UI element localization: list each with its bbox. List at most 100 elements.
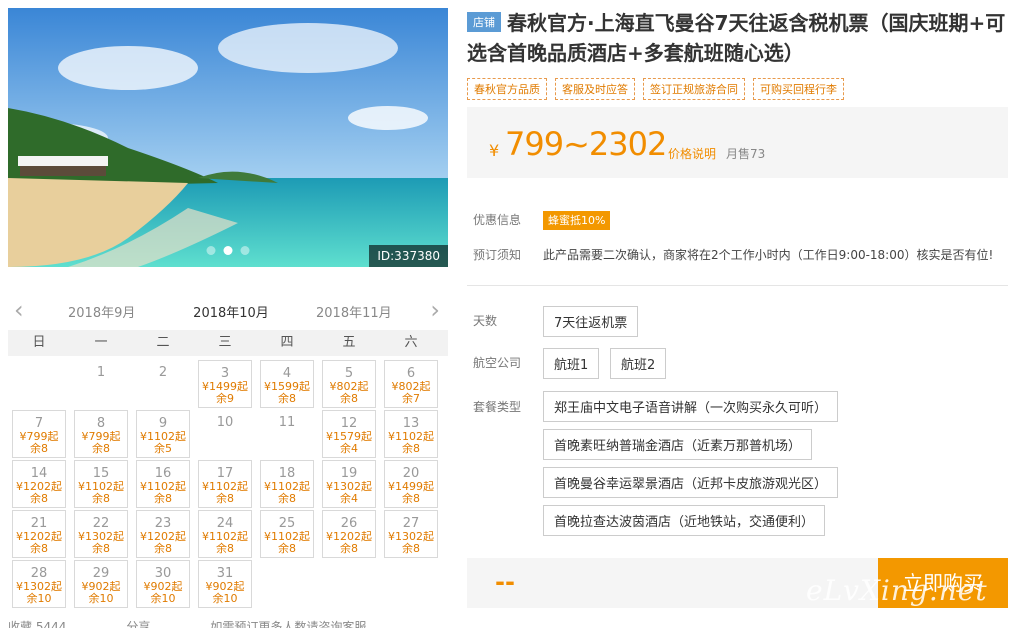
favorite-button[interactable]: 收藏 5444 bbox=[8, 618, 66, 628]
calendar-day[interactable]: 7 ¥799起 余8 bbox=[12, 410, 66, 458]
day-remaining: 余8 bbox=[402, 542, 420, 555]
day-number: 28 bbox=[30, 566, 48, 581]
day-number: 31 bbox=[216, 566, 234, 581]
chevron-left-icon[interactable]: ‹ bbox=[14, 298, 24, 322]
total-price: -- bbox=[495, 568, 515, 596]
day-remaining: 余8 bbox=[30, 542, 48, 555]
booking-notice: 此产品需要二次确认，商家将在2个工作小时内（工作日9:00-18:00）核实是否… bbox=[543, 248, 994, 262]
day-remaining: 余4 bbox=[340, 442, 358, 455]
calendar-day[interactable]: 18 ¥1102起 余8 bbox=[260, 460, 314, 508]
price-note-link[interactable]: 价格说明 bbox=[668, 145, 716, 162]
chevron-right-icon[interactable]: › bbox=[430, 298, 440, 322]
day-number: 12 bbox=[340, 416, 358, 431]
calendar-day[interactable]: 17 ¥1102起 余8 bbox=[198, 460, 252, 508]
calendar-day: 1 bbox=[74, 360, 128, 408]
option-package[interactable]: 首晚曼谷幸运翠景酒店（近邦卡皮旅游观光区） bbox=[543, 467, 839, 498]
calendar-day[interactable]: 21 ¥1202起 余8 bbox=[12, 510, 66, 558]
day-remaining: 余8 bbox=[92, 442, 110, 455]
price-range: 799~2302 bbox=[505, 125, 667, 163]
option-airline[interactable]: 航班1 bbox=[543, 348, 600, 379]
day-remaining: 余8 bbox=[278, 542, 296, 555]
calendar-day[interactable]: 13 ¥1102起 余8 bbox=[384, 410, 438, 458]
calendar-day[interactable]: 29 ¥902起 余10 bbox=[74, 560, 128, 608]
day-remaining: 余8 bbox=[92, 542, 110, 555]
calendar-day[interactable]: 5 ¥802起 余8 bbox=[322, 360, 376, 408]
day-number: 25 bbox=[278, 516, 296, 531]
day-number: 2 bbox=[158, 365, 168, 380]
calendar-day[interactable]: 6 ¥802起 余7 bbox=[384, 360, 438, 408]
day-remaining: 余8 bbox=[402, 492, 420, 505]
calendar-day[interactable]: 14 ¥1202起 余8 bbox=[12, 460, 66, 508]
calendar-day[interactable]: 15 ¥1102起 余8 bbox=[74, 460, 128, 508]
price-box: ¥ 799~2302 价格说明 月售73 bbox=[467, 107, 1008, 178]
day-number: 8 bbox=[96, 416, 106, 431]
calendar-day[interactable]: 16 ¥1102起 余8 bbox=[136, 460, 190, 508]
calendar-day[interactable]: 9 ¥1102起 余5 bbox=[136, 410, 190, 458]
day-remaining: 余7 bbox=[402, 392, 420, 405]
day-remaining: 余10 bbox=[26, 592, 52, 605]
day-number: 7 bbox=[34, 416, 44, 431]
calendar-day[interactable]: 28 ¥1302起 余10 bbox=[12, 560, 66, 608]
day-number: 9 bbox=[158, 416, 168, 431]
calendar-day[interactable]: 3 ¥1499起 余9 bbox=[198, 360, 252, 408]
calendar-day[interactable]: 31 ¥902起 余10 bbox=[198, 560, 252, 608]
promo-label: 优惠信息 bbox=[473, 213, 522, 227]
calendar-day[interactable]: 26 ¥1202起 余8 bbox=[322, 510, 376, 558]
option-days[interactable]: 7天往返机票 bbox=[543, 306, 639, 337]
calendar-day[interactable]: 23 ¥1202起 余8 bbox=[136, 510, 190, 558]
calendar-day[interactable]: 8 ¥799起 余8 bbox=[74, 410, 128, 458]
service-badge: 客服及时应答 bbox=[555, 78, 635, 100]
service-badge: 春秋官方品质 bbox=[467, 78, 547, 100]
day-number: 3 bbox=[220, 366, 230, 381]
footer-tip: 如需预订更多人数请咨询客服 bbox=[210, 620, 367, 628]
product-photo[interactable]: ID:337380 bbox=[8, 8, 448, 267]
day-number: 27 bbox=[402, 516, 420, 531]
option-package[interactable]: 首晚素旺纳普瑞金酒店（近素万那普机场） bbox=[543, 429, 813, 460]
weekday-label: 日 bbox=[32, 335, 46, 350]
carousel-dot[interactable] bbox=[206, 246, 216, 255]
day-remaining: 余9 bbox=[216, 392, 234, 405]
option-airline[interactable]: 航班2 bbox=[610, 348, 667, 379]
service-badge: 可购买回程行李 bbox=[753, 78, 844, 100]
day-remaining: 余8 bbox=[92, 492, 110, 505]
calendar-day[interactable]: 30 ¥902起 余10 bbox=[136, 560, 190, 608]
calendar-day: 10 bbox=[198, 410, 252, 458]
carousel-dot-active[interactable] bbox=[223, 246, 233, 255]
carousel-dot[interactable] bbox=[240, 246, 250, 255]
day-number: 23 bbox=[154, 516, 172, 531]
calendar-day[interactable]: 25 ¥1102起 余8 bbox=[260, 510, 314, 558]
option-package[interactable]: 郑王庙中文电子语音讲解（一次购买永久可听） bbox=[543, 391, 839, 422]
weekday-label: 二 bbox=[156, 335, 170, 350]
day-number: 14 bbox=[30, 466, 48, 481]
calendar-grid: 1 2 3 ¥1499起 余9 4 ¥1599起 余8 5 ¥802起 余8 6 ¥802起 余7 7 ¥79… bbox=[8, 359, 448, 609]
promo-row: 优惠信息 蜂蜜抵10% bbox=[473, 211, 611, 230]
watermark: eLvXing.net bbox=[806, 574, 988, 607]
day-number: 15 bbox=[92, 466, 110, 481]
day-remaining: 余10 bbox=[150, 592, 176, 605]
shop-tag[interactable]: 店铺 bbox=[467, 12, 501, 32]
product-title: 春秋官方·上海直飞曼谷7天往返含税机票（国庆班期+可选含首晚品质酒店+多套航班随… bbox=[467, 11, 1006, 65]
calendar-day[interactable]: 12 ¥1579起 余4 bbox=[322, 410, 376, 458]
day-remaining: 余10 bbox=[88, 592, 114, 605]
calendar-day[interactable]: 20 ¥1499起 余8 bbox=[384, 460, 438, 508]
share-button[interactable]: 分享 bbox=[126, 618, 150, 628]
day-number: 5 bbox=[344, 366, 354, 381]
day-remaining: 余8 bbox=[278, 492, 296, 505]
calendar-day[interactable]: 4 ¥1599起 余8 bbox=[260, 360, 314, 408]
tab-next-month[interactable]: 2018年11月 bbox=[316, 302, 392, 321]
service-badges: 春秋官方品质 客服及时应答 签订正规旅游合同 可购买回程行李 bbox=[467, 78, 844, 100]
tab-prev-month[interactable]: 2018年9月 bbox=[68, 302, 135, 321]
tab-current-month[interactable]: 2018年10月 bbox=[190, 302, 272, 332]
calendar-day[interactable]: 19 ¥1302起 余4 bbox=[322, 460, 376, 508]
day-remaining: 余8 bbox=[278, 392, 296, 405]
service-badge: 签订正规旅游合同 bbox=[643, 78, 745, 100]
calendar-day[interactable]: 22 ¥1302起 余8 bbox=[74, 510, 128, 558]
option-package[interactable]: 首晚拉查达波茵酒店（近地铁站，交通便利） bbox=[543, 505, 826, 536]
carousel-dots bbox=[206, 246, 250, 255]
product-header: 店铺 春秋官方·上海直飞曼谷7天往返含税机票（国庆班期+可选含首晚品质酒店+多套航… bbox=[467, 8, 1007, 68]
day-remaining: 余8 bbox=[402, 442, 420, 455]
calendar-day[interactable]: 24 ¥1102起 余8 bbox=[198, 510, 252, 558]
day-number: 17 bbox=[216, 466, 234, 481]
weekday-label: 五 bbox=[342, 335, 356, 350]
calendar-day[interactable]: 27 ¥1302起 余8 bbox=[384, 510, 438, 558]
